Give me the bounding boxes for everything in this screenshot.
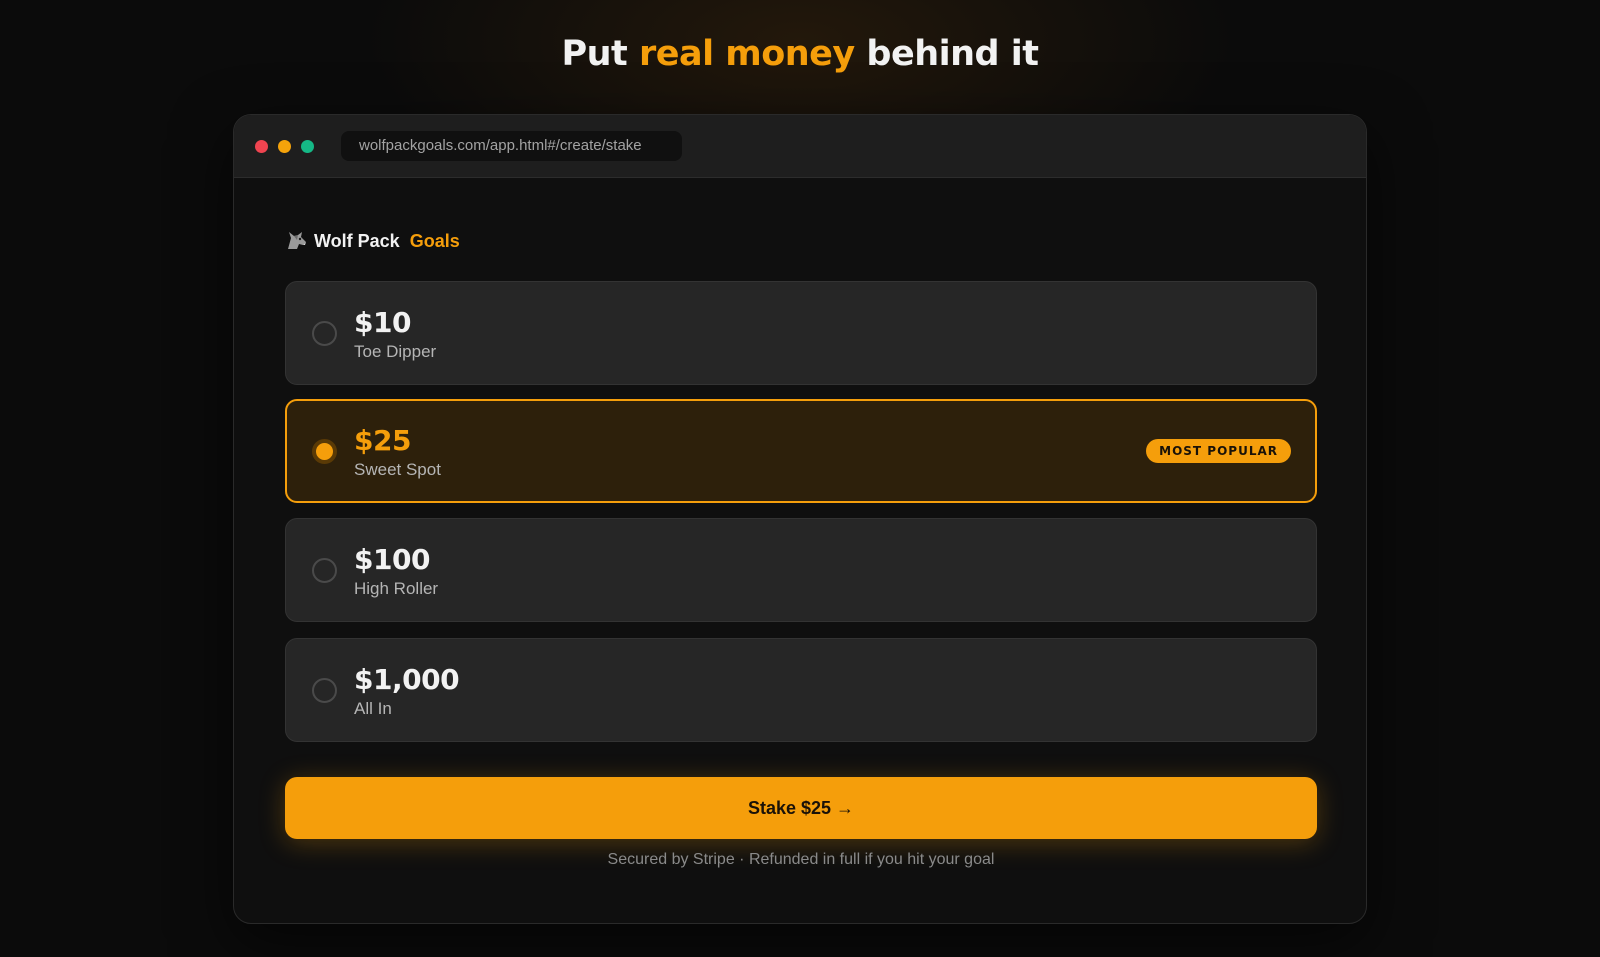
stake-tier-label: Sweet Spot bbox=[354, 460, 441, 479]
wolf-icon bbox=[288, 232, 306, 249]
close-window-dot[interactable] bbox=[255, 140, 268, 153]
stake-option-100[interactable]: $100 High Roller bbox=[285, 518, 1317, 622]
payment-footnote: Secured by Stripe · Refunded in full if … bbox=[607, 851, 995, 868]
headline-prefix: Put bbox=[561, 34, 639, 74]
address-bar[interactable]: wolfpackgoals.com/app.html#/create/stake bbox=[341, 131, 682, 161]
stake-tier-label: Toe Dipper bbox=[354, 342, 437, 361]
stake-tier-label: All In bbox=[354, 699, 392, 718]
stake-option-1000[interactable]: $1,000 All In bbox=[285, 638, 1317, 742]
browser-titlebar: wolfpackgoals.com/app.html#/create/stake bbox=[234, 115, 1366, 178]
stake-option-10[interactable]: $10 Toe Dipper bbox=[285, 281, 1317, 385]
radio-button[interactable] bbox=[312, 321, 337, 346]
browser-window: wolfpackgoals.com/app.html#/create/stake… bbox=[233, 114, 1367, 924]
headline-suffix: behind it bbox=[854, 34, 1039, 74]
brand-accent: Goals bbox=[409, 230, 460, 251]
stake-amount: $1,000 bbox=[354, 663, 460, 696]
brand-logo: Wolf Pack Goals bbox=[285, 226, 460, 256]
brand-name: Wolf Pack bbox=[314, 230, 400, 251]
radio-button[interactable] bbox=[312, 558, 337, 583]
radio-button[interactable] bbox=[312, 678, 337, 703]
maximize-window-dot[interactable] bbox=[301, 140, 314, 153]
stake-amount: $25 bbox=[354, 424, 411, 457]
minimize-window-dot[interactable] bbox=[278, 140, 291, 153]
most-popular-badge: MOST POPULAR bbox=[1146, 439, 1291, 463]
stake-button[interactable]: Stake $25 → bbox=[285, 777, 1317, 839]
stake-tier-label: High Roller bbox=[354, 579, 439, 598]
radio-button-selected[interactable] bbox=[312, 439, 337, 464]
page-headline: Put real money behind it bbox=[0, 34, 1600, 74]
stake-amount: $10 bbox=[354, 306, 411, 339]
headline-accent: real money bbox=[638, 34, 855, 74]
stake-amount: $100 bbox=[354, 543, 430, 576]
stake-option-25[interactable]: $25 Sweet Spot MOST POPULAR bbox=[285, 399, 1317, 503]
